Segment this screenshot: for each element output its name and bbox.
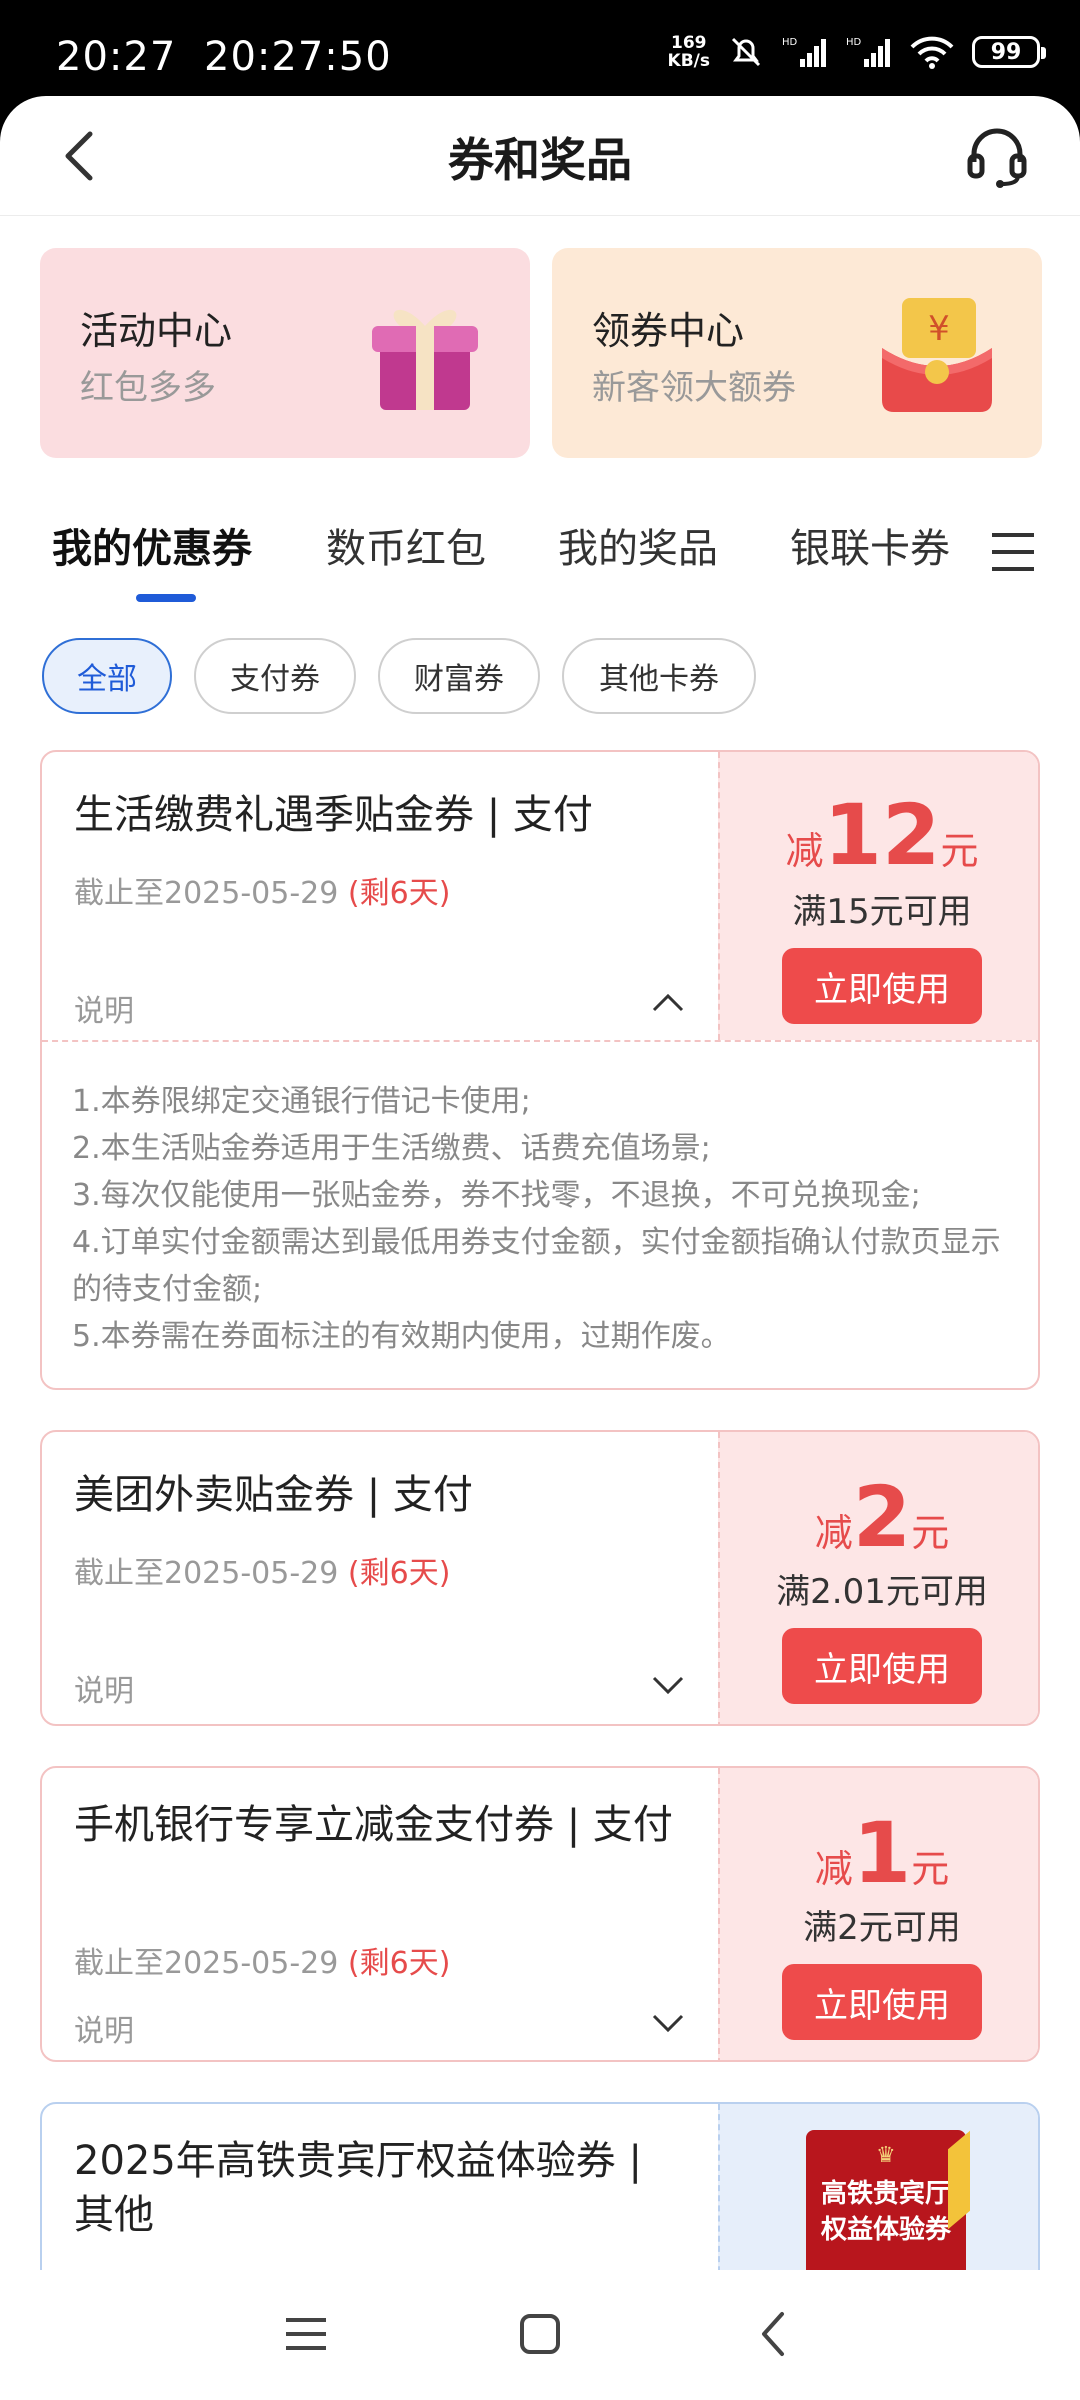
detail-line: 3.每次仅能使用一张贴金券，券不找零，不退换，不可兑换现金;	[72, 1178, 921, 1213]
detail-line: 4.订单实付金额需达到最低用券支付金额，实付金额指确认付款页显示的待支付金额;	[72, 1225, 1001, 1307]
promo-coupon-center[interactable]: 领券中心 新客领大额券 ¥	[552, 248, 1042, 458]
coupon-amount: 减1元	[814, 1804, 950, 1902]
coupon-value-panel: 减1元 满2元可用 立即使用	[718, 1768, 1038, 2060]
tab-my-prizes[interactable]: 我的奖品	[558, 516, 718, 574]
coupon-info: 生活缴费礼遇季贴金券 | 支付 截止至2025-05-29 (剩6天) 说明	[42, 752, 718, 1040]
page-title: 券和奖品	[448, 133, 632, 187]
back-icon[interactable]	[748, 2308, 800, 2360]
coupon-expiry: 截止至2025-05-29 (剩6天)	[74, 1946, 451, 1981]
coupon-info: 手机银行专享立减金支付券 | 支付 截止至2025-05-29 (剩6天) 说明	[42, 1768, 718, 2060]
filter-chip-all[interactable]: 全部	[42, 638, 172, 714]
coupon-card: 生活缴费礼遇季贴金券 | 支付 截止至2025-05-29 (剩6天) 说明 减…	[40, 750, 1040, 1390]
coupon-card: 美团外卖贴金券 | 支付 截止至2025-05-29 (剩6天) 说明 减2元 …	[40, 1430, 1040, 1726]
gift-box-icon	[372, 309, 478, 410]
use-now-button[interactable]: 立即使用	[782, 1964, 982, 2040]
remaining-days: (剩6天)	[347, 1556, 451, 1591]
nav-header: 券和奖品	[0, 96, 1080, 216]
coupon-condition: 满15元可用	[792, 892, 972, 932]
red-envelope-icon: ¥	[882, 298, 992, 412]
filter-chip-payment[interactable]: 支付券	[194, 638, 356, 714]
coupon-name: 2025年高铁贵宾厅权益体验券 | 其他	[74, 2138, 642, 2238]
menu-icon[interactable]	[990, 529, 1036, 575]
remaining-days: (剩6天)	[347, 876, 451, 911]
rail-lounge-coupon-image: ♛ 高铁贵宾厅 权益体验券	[806, 2130, 970, 2280]
promo-subtitle: 新客领大额券	[592, 368, 796, 408]
promo-activity-center[interactable]: 活动中心 红包多多	[40, 248, 530, 458]
active-tab-indicator	[136, 594, 196, 602]
mute-bell-icon	[731, 37, 761, 67]
promo-title: 活动中心	[80, 309, 233, 353]
status-clock: 20:27:50	[204, 34, 392, 80]
tab-unionpay-coupons[interactable]: 银联卡券	[790, 516, 950, 574]
coupon-tabs: 我的优惠券 数币红包 我的奖品 银联卡券	[0, 506, 1080, 606]
signal-icon-2: HD	[846, 37, 890, 67]
net-speed: 169 KB/s	[667, 33, 710, 71]
coupon-condition: 满2.01元可用	[776, 1572, 988, 1612]
home-icon[interactable]	[514, 2308, 566, 2360]
filter-chip-other[interactable]: 其他卡券	[562, 638, 756, 714]
chevron-up-icon[interactable]	[648, 982, 688, 1022]
use-now-button[interactable]: 立即使用	[782, 948, 982, 1024]
svg-text:HD: HD	[782, 37, 798, 48]
coupon-condition: 满2元可用	[803, 1908, 961, 1948]
status-bar: 20:27 20:27:50 169 KB/s HD HD 99	[0, 0, 1080, 110]
svg-text:¥: ¥	[928, 309, 950, 349]
coupon-name: 美团外卖贴金券 | 支付	[74, 1472, 473, 1518]
coupon-amount: 减2元	[814, 1468, 950, 1566]
coupon-card: 手机银行专享立减金支付券 | 支付 截止至2025-05-29 (剩6天) 说明…	[40, 1766, 1040, 2062]
coupon-expiry: 截止至2025-05-29 (剩6天)	[74, 1556, 451, 1591]
description-label[interactable]: 说明	[74, 1666, 134, 1710]
tab-digital-red-packets[interactable]: 数币红包	[326, 516, 486, 574]
tab-my-coupons[interactable]: 我的优惠券	[52, 516, 252, 574]
coupon-name: 生活缴费礼遇季贴金券 | 支付	[74, 792, 593, 838]
coupon-details: 1.本券限绑定交通银行借记卡使用; 2.本生活贴金券适用于生活缴费、话费充值场景…	[42, 1040, 1038, 1388]
coupon-expiry: 截止至2025-05-29 (剩6天)	[74, 876, 451, 911]
filter-chip-wealth[interactable]: 财富券	[378, 638, 540, 714]
status-time: 20:27	[56, 34, 177, 80]
coupon-amount: 减12元	[785, 786, 979, 884]
wifi-icon	[910, 36, 954, 69]
status-icons: 169 KB/s HD HD 99	[667, 33, 1046, 71]
crown-icon: ♛	[876, 2143, 896, 2168]
remaining-days: (剩6天)	[347, 1946, 451, 1981]
coupon-value-panel: 减2元 满2.01元可用 立即使用	[718, 1432, 1038, 1724]
svg-text:HD: HD	[846, 37, 862, 48]
detail-line: 1.本券限绑定交通银行借记卡使用;	[72, 1084, 531, 1119]
detail-line: 5.本券需在券面标注的有效期内使用，过期作废。	[72, 1319, 731, 1354]
detail-line: 2.本生活贴金券适用于生活缴费、话费充值场景;	[72, 1131, 711, 1166]
use-now-button[interactable]: 立即使用	[782, 1628, 982, 1704]
page: 券和奖品 活动中心 红包多多 领券中心 新客领大额券 ¥ 我的优惠券 数币红包 …	[0, 96, 1080, 2400]
headset-icon[interactable]	[962, 122, 1032, 192]
coupon-value-panel: 减12元 满15元可用 立即使用	[718, 752, 1038, 1040]
coupon-info: 美团外卖贴金券 | 支付 截止至2025-05-29 (剩6天) 说明	[42, 1432, 718, 1724]
chevron-down-icon[interactable]	[648, 1664, 688, 1704]
promo-title: 领券中心	[592, 309, 745, 353]
battery-icon: 99	[972, 36, 1046, 68]
coupon-name: 手机银行专享立减金支付券 | 支付	[74, 1802, 673, 1848]
recent-apps-icon[interactable]	[280, 2308, 332, 2360]
signal-icon: HD	[782, 37, 826, 67]
description-label[interactable]: 说明	[74, 2006, 134, 2050]
description-label[interactable]: 说明	[74, 986, 134, 1030]
chevron-down-icon[interactable]	[648, 2002, 688, 2042]
promo-subtitle: 红包多多	[80, 368, 216, 408]
system-nav-bar	[0, 2270, 1080, 2400]
